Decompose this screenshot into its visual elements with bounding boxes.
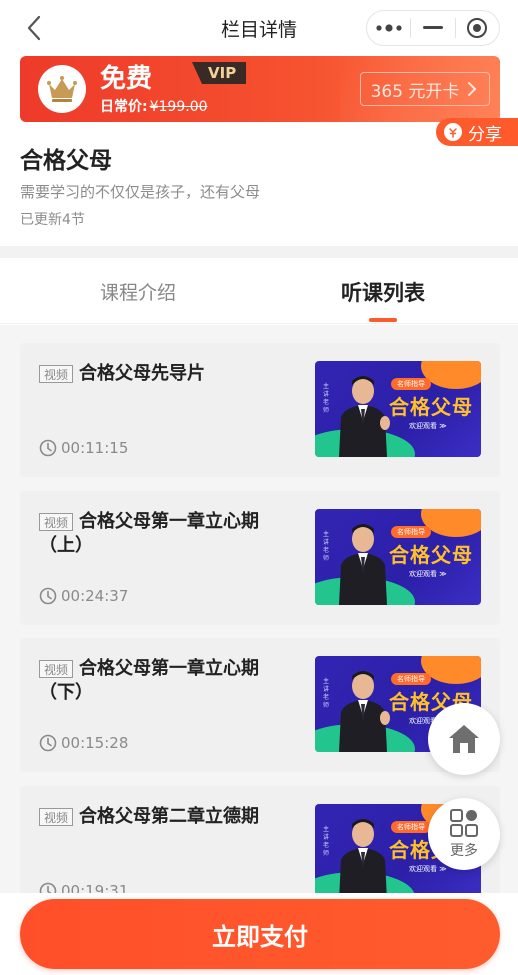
clock-icon	[39, 734, 57, 752]
tab-lesson-list[interactable]: 听课列表	[341, 277, 425, 307]
list-item[interactable]: 视频 合格父母第一章立心期（上） 00:24:37 主讲 老师 名师指导 合格父…	[20, 491, 500, 625]
presenter-figure	[339, 376, 390, 457]
lesson-title: 合格父母第一章立心期（上）	[39, 511, 259, 556]
lesson-duration: 00:15:28	[39, 734, 128, 752]
page-title: 栏目详情	[220, 18, 297, 41]
thumbnail-welcome: 欢迎观看 ≫	[409, 865, 447, 873]
thumbnail-welcome: 欢迎观看 ≫	[409, 422, 447, 430]
thumbnail-badge: 名师指导	[391, 821, 431, 833]
section-divider	[0, 246, 518, 258]
back-button[interactable]	[20, 14, 48, 42]
thumbnail-side-text: 主讲 老师	[323, 678, 330, 709]
thumbnail-badge: 名师指导	[391, 378, 431, 390]
thumbnail-headline: 合格父母	[389, 543, 473, 567]
duration-text: 00:19:31	[61, 882, 129, 893]
share-button[interactable]: 分享	[436, 118, 518, 146]
thumbnail-badge: 名师指导	[391, 526, 431, 538]
thumbnail-welcome: 欢迎观看 ≫	[409, 570, 447, 578]
clock-icon	[39, 587, 57, 605]
lesson-title: 合格父母先导片	[79, 363, 205, 384]
lesson-title: 合格父母第二章立德期	[79, 806, 259, 827]
daily-price-label: 日常价:	[100, 99, 148, 115]
vip-tag: VIP	[192, 62, 247, 84]
mini-program-capsule	[366, 10, 500, 46]
more-label: 更多	[450, 843, 478, 859]
lesson-duration: 00:11:15	[39, 439, 128, 457]
lesson-title: 合格父母第一章立心期（下）	[39, 658, 259, 703]
daily-price-value: ¥199.00	[149, 99, 208, 115]
top-navigation-bar: 栏目详情	[0, 0, 518, 56]
course-description: 需要学习的不仅仅是孩子，还有父母	[20, 183, 261, 201]
tab-bar: 课程介绍 听课列表	[0, 258, 518, 324]
presenter-figure	[339, 671, 390, 752]
more-button[interactable]: 更多	[428, 798, 500, 870]
lesson-duration: 00:19:31	[39, 882, 128, 893]
vip-banner: 免费 VIP 日常价: ¥199.00 365 元开卡	[20, 56, 500, 122]
more-options-button[interactable]	[367, 11, 410, 45]
thumbnail-headline: 合格父母	[389, 395, 473, 419]
share-label: 分享	[468, 124, 502, 145]
list-item[interactable]: 视频 合格父母第一章立心期（下） 00:15:28 主讲 老师 名师指导 合格父…	[20, 638, 500, 772]
free-label: 免费	[100, 64, 153, 94]
lesson-thumbnail: 主讲 老师 名师指导 合格父母 欢迎观看 ≫	[315, 361, 481, 457]
chevron-right-icon	[468, 82, 477, 96]
duration-text: 00:24:37	[61, 587, 129, 605]
duration-text: 00:11:15	[61, 439, 129, 457]
course-update-status: 已更新4节	[20, 212, 85, 228]
thumbnail-side-text: 主讲 老师	[323, 826, 330, 857]
list-item[interactable]: 视频 合格父母先导片 00:11:15 主讲 老师 名师指导 合格父母 欢迎观看…	[20, 343, 500, 477]
crown-icon	[47, 76, 77, 102]
home-icon	[449, 725, 479, 753]
share-money-icon	[444, 123, 462, 141]
course-title: 合格父母	[20, 148, 112, 174]
lesson-duration: 00:24:37	[39, 587, 128, 605]
lesson-thumbnail: 主讲 老师 名师指导 合格父母 欢迎观看 ≫	[315, 509, 481, 605]
minimize-icon	[422, 26, 443, 29]
presenter-figure	[339, 524, 387, 605]
minimize-button[interactable]	[411, 11, 454, 45]
thumbnail-badge: 名师指导	[391, 673, 431, 685]
daily-price: 日常价: ¥199.00	[100, 96, 208, 116]
thumbnail-side-text: 主讲 老师	[323, 531, 330, 562]
clock-icon	[39, 439, 57, 457]
grid-more-icon	[450, 809, 478, 837]
presenter-figure	[339, 819, 387, 893]
chevron-left-icon	[27, 15, 41, 41]
thumbnail-side-text: 主讲 老师	[323, 383, 330, 414]
pay-now-button[interactable]: 立即支付	[20, 899, 500, 969]
target-close-icon	[467, 18, 488, 38]
home-button[interactable]	[428, 703, 500, 775]
tab-course-intro[interactable]: 课程介绍	[100, 278, 176, 305]
crown-badge	[38, 65, 86, 113]
open-card-label: 365 元开卡	[370, 81, 460, 102]
duration-text: 00:15:28	[61, 734, 129, 752]
more-dots-icon	[376, 24, 402, 32]
active-tab-indicator	[369, 318, 397, 322]
open-vip-card-button[interactable]: 365 元开卡	[360, 72, 490, 106]
clock-icon	[39, 882, 57, 893]
bottom-action-bar: 立即支付	[0, 893, 518, 975]
close-mini-program-button[interactable]	[456, 11, 499, 45]
